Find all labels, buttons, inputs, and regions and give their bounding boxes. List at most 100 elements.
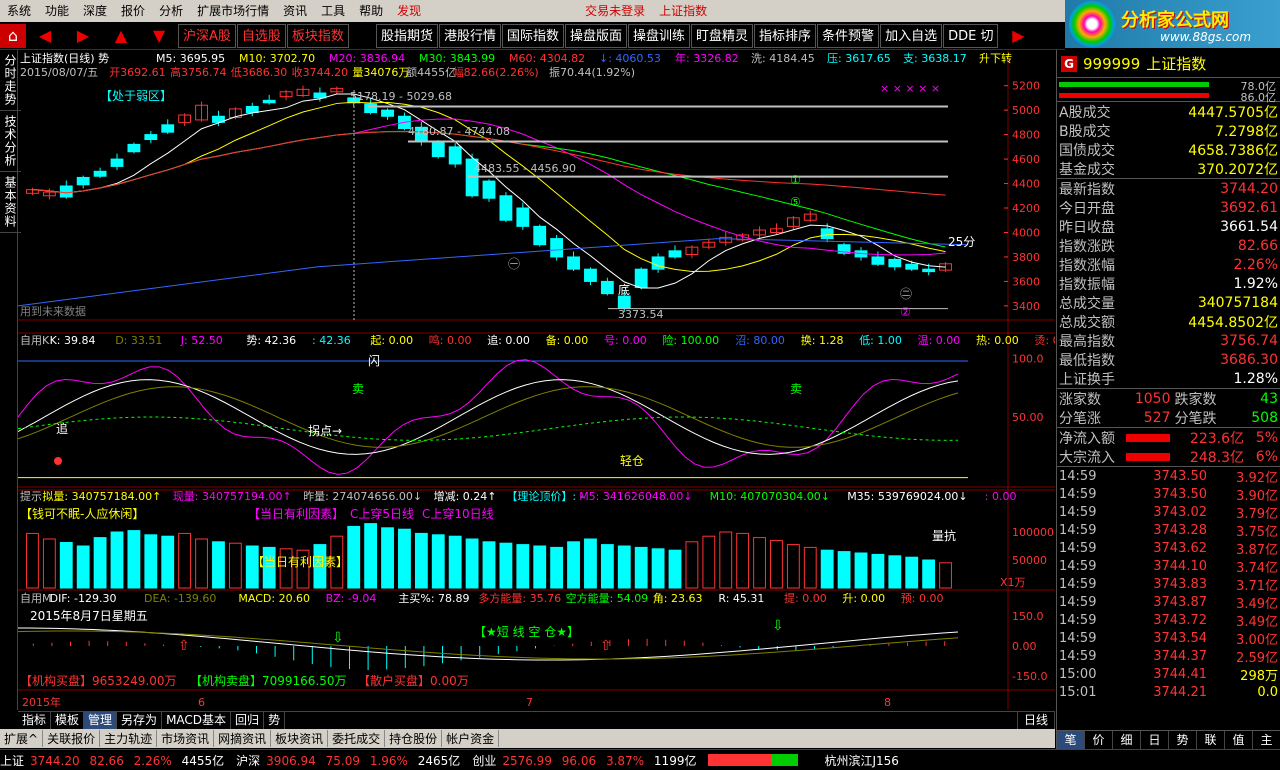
indicator-tab[interactable]: 另存为: [117, 712, 163, 729]
function-tab[interactable]: 网摘资讯: [214, 730, 272, 747]
volume-bar: [753, 537, 766, 589]
toolbar-button[interactable]: 条件预警: [817, 23, 880, 48]
indicator-tab[interactable]: 势: [264, 712, 286, 729]
row-value: 4658.7386亿: [1188, 142, 1278, 159]
kdj-header: 险: 100.00: [662, 333, 719, 347]
function-tab[interactable]: 市场资讯: [157, 730, 215, 747]
down-arrow-icon[interactable]: ▼: [140, 26, 178, 45]
toolbar-button[interactable]: DDE 切: [943, 23, 999, 48]
turn-point-label: 拐点→: [308, 423, 342, 438]
kdj-header: D: 33.51: [115, 334, 162, 347]
group-badge[interactable]: G: [1061, 55, 1077, 72]
tick-time: 14:59: [1059, 486, 1097, 502]
candle-body: [533, 225, 547, 246]
tick-row[interactable]: 14:59 3744.37 2.59亿: [1057, 647, 1280, 666]
function-tab[interactable]: 主力轨迹: [100, 730, 158, 747]
function-tab[interactable]: 板块资讯: [271, 730, 329, 747]
toolbar-button[interactable]: 港股行情: [438, 23, 501, 48]
quote-row: 最新指数 3744.20: [1057, 179, 1280, 198]
quote-tab[interactable]: 日: [1141, 731, 1169, 749]
menu-alert[interactable]: 发现: [390, 0, 428, 22]
quote-tab[interactable]: 价: [1085, 731, 1113, 749]
menu-item[interactable]: 系统: [0, 0, 38, 22]
forward-arrow-icon[interactable]: ▶: [64, 26, 102, 45]
toolbar-button[interactable]: 沪深A股: [178, 23, 236, 48]
tick-row[interactable]: 14:59 3743.87 3.49亿: [1057, 593, 1280, 612]
menu-index-name[interactable]: 上证指数: [652, 0, 714, 22]
next-arrow-icon[interactable]: ▶: [999, 26, 1037, 45]
menu-item[interactable]: 分析: [152, 0, 190, 22]
tick-row[interactable]: 14:59 3743.62 3.87亿: [1057, 539, 1280, 558]
quote-tab[interactable]: 势: [1169, 731, 1197, 749]
low-label: 3373.54: [618, 308, 664, 321]
indicator-tab[interactable]: 模板: [51, 712, 85, 729]
indicator-tab[interactable]: 指标: [18, 712, 52, 729]
chart-area[interactable]: 上证指数(日线) 势 M5: 3695.95 M10: 3702.70 M20: 38…: [18, 50, 1055, 710]
tick-row[interactable]: 14:59 3743.83 3.71亿: [1057, 575, 1280, 594]
toolbar-button[interactable]: 盯盘精灵: [691, 23, 754, 48]
tick-time: 14:59: [1059, 558, 1097, 574]
tick-row[interactable]: 14:59 3743.28 3.75亿: [1057, 521, 1280, 540]
toolbar-button[interactable]: 自选股: [236, 23, 286, 48]
circle-er-label: ㊁: [900, 287, 912, 301]
status-cy[interactable]: 创业 2576.99 96.06 3.87% 1199亿: [472, 752, 702, 769]
indicator-tab[interactable]: 管理: [84, 712, 118, 729]
quote-row: 指数涨跌 82.66: [1057, 236, 1280, 255]
volume-bar: [550, 546, 564, 589]
price-axis-label: 3800: [1012, 251, 1040, 264]
quote-tab[interactable]: 细: [1113, 731, 1141, 749]
row-value: 3756.74: [1220, 332, 1278, 349]
row-label: 总成交量: [1059, 295, 1115, 312]
tick-list[interactable]: 14:59 3743.50 3.92亿 14:59 3743.50 3.90亿 14:59 3…: [1057, 467, 1280, 701]
toolbar-button[interactable]: 国际指数: [501, 23, 564, 48]
row-label: 最低指数: [1059, 352, 1115, 369]
menu-item[interactable]: 功能: [38, 0, 76, 22]
status-sz[interactable]: 沪深 3906.94 75.09 1.96% 2465亿: [236, 752, 466, 769]
toolbar-button[interactable]: 加入自选: [880, 23, 943, 48]
menu-item[interactable]: 资讯: [276, 0, 314, 22]
menu-item[interactable]: 工具: [314, 0, 352, 22]
quote-tab[interactable]: 笔: [1057, 731, 1085, 749]
quote-tab[interactable]: 联: [1197, 731, 1225, 749]
function-tab[interactable]: 关联报价: [43, 730, 101, 747]
menu-item[interactable]: 帮助: [352, 0, 390, 22]
tick-row[interactable]: 14:59 3744.10 3.74亿: [1057, 557, 1280, 576]
candle-body: [871, 256, 885, 265]
status-sh[interactable]: 上证 3744.20 82.66 2.26% 4455亿: [0, 752, 230, 769]
toolbar-button[interactable]: 板块指数: [286, 23, 349, 48]
profit-label: 【当日有利因素】: [248, 507, 344, 521]
tick-row[interactable]: 14:59 3743.50 3.90亿: [1057, 485, 1280, 504]
toolbar-button[interactable]: 股指期货: [375, 23, 438, 48]
function-tab[interactable]: 扩展^: [0, 730, 44, 747]
tick-row[interactable]: 14:59 3743.72 3.49亿: [1057, 611, 1280, 630]
indicator-tab[interactable]: MACD基本: [162, 712, 232, 729]
function-tab[interactable]: 持仓股份: [385, 730, 443, 747]
menu-item[interactable]: 深度: [76, 0, 114, 22]
tick-row[interactable]: 15:00 3744.41 298万: [1057, 665, 1280, 684]
ma-label: M20: 3836.94: [329, 52, 405, 65]
function-tab[interactable]: 帐户资金: [442, 730, 500, 747]
tick-row[interactable]: 14:59 3743.50 3.92亿: [1057, 467, 1280, 486]
menu-item[interactable]: 扩展市场行情: [190, 0, 276, 22]
tick-row[interactable]: 14:59 3743.54 3.00亿: [1057, 629, 1280, 648]
volume-bar: [634, 546, 648, 589]
macd-header: 升: 0.00: [842, 592, 885, 605]
back-arrow-icon[interactable]: ◀: [26, 26, 64, 45]
menu-item[interactable]: 报价: [114, 0, 152, 22]
scroll-text[interactable]: 杭州滨江J156: [824, 752, 898, 769]
sell-arrow-icon: ⇩: [772, 618, 784, 634]
toolbar-button[interactable]: 操盘版面: [564, 23, 627, 48]
function-tab[interactable]: 委托成交: [328, 730, 386, 747]
login-status[interactable]: 交易未登录: [578, 0, 652, 22]
toolbar-button[interactable]: 指标排序: [754, 23, 817, 48]
tick-row[interactable]: 15:01 3744.21 0.0: [1057, 683, 1280, 701]
tick-row[interactable]: 14:59 3743.02 3.79亿: [1057, 503, 1280, 522]
candle-body: [584, 268, 597, 282]
quote-tab[interactable]: 值: [1225, 731, 1253, 749]
indicator-tab[interactable]: 回归: [231, 712, 265, 729]
toolbar-button[interactable]: 操盘训练: [628, 23, 691, 48]
up-arrow-icon[interactable]: ▲: [102, 26, 140, 45]
quote-tab[interactable]: 主: [1253, 731, 1280, 749]
home-icon[interactable]: ⌂: [0, 23, 26, 48]
candle-body: [364, 103, 378, 114]
